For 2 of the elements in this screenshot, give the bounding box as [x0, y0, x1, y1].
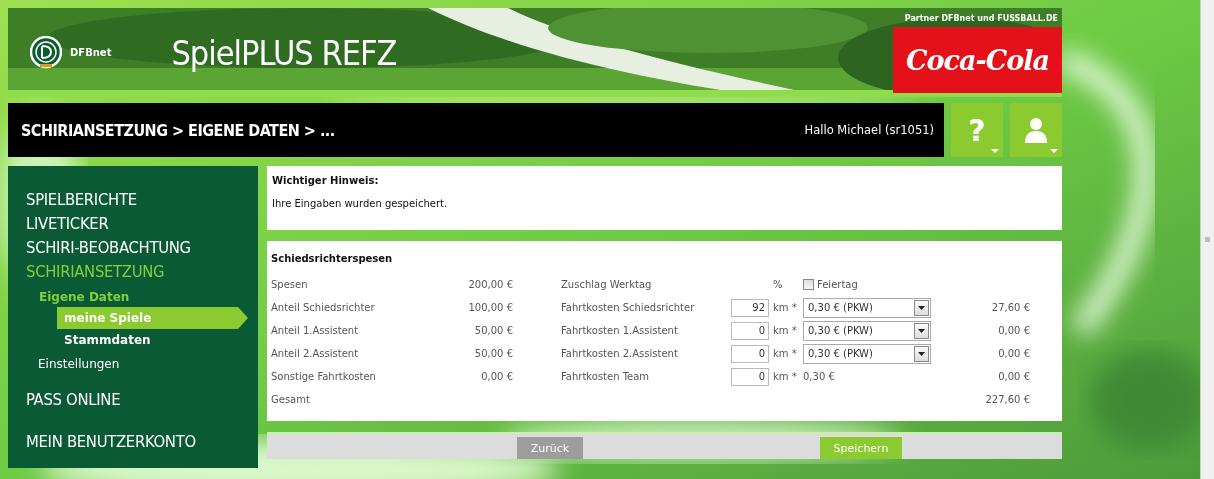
scrollbar[interactable] — [1200, 0, 1214, 479]
grip-icon — [1205, 237, 1210, 242]
